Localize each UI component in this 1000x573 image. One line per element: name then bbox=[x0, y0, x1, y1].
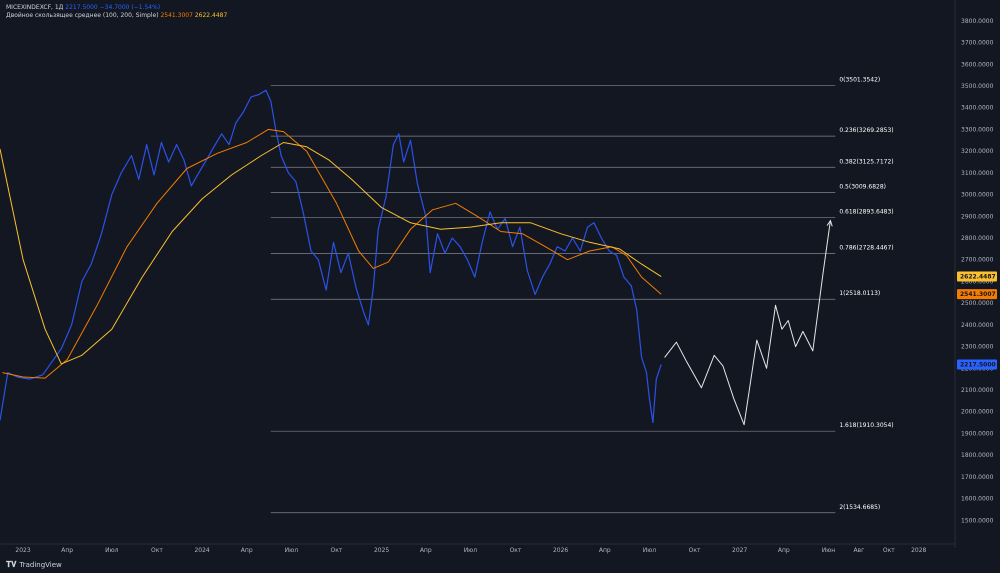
y-tick-label: 2900.0000 bbox=[961, 213, 994, 220]
tradingview-logo-icon: 𝐓𝐕 bbox=[6, 560, 17, 569]
legend-row-symbol: MICEXINDEXCF, 1Д 2217.5000 −34.7000 (−1.… bbox=[6, 4, 227, 12]
y-tick-label: 2500.0000 bbox=[961, 300, 994, 307]
y-tick-label: 3500.0000 bbox=[961, 83, 994, 90]
legend-symbol[interactable]: MICEXINDEXCF, 1Д bbox=[6, 4, 63, 11]
y-tick-label: 2300.0000 bbox=[961, 344, 994, 351]
fib-level-label: 0(3501.3542) bbox=[839, 77, 880, 84]
x-tick-label: Окт bbox=[151, 547, 163, 554]
fib-level-label: 0.786(2728.4467) bbox=[839, 245, 893, 252]
x-tick-label: Окт bbox=[689, 547, 701, 554]
y-tick-label: 2100.0000 bbox=[961, 387, 994, 394]
x-tick-label: 2024 bbox=[194, 547, 209, 554]
y-tick-label: 1700.0000 bbox=[961, 474, 994, 481]
fib-level-label: 0.618(2893.6483) bbox=[839, 209, 893, 216]
x-tick-label: Июл bbox=[285, 547, 299, 554]
y-tick-label: 2700.0000 bbox=[961, 257, 994, 264]
fib-level-label: 0.236(3269.2853) bbox=[839, 127, 893, 134]
price-tag-label: 2217.5000 bbox=[960, 361, 996, 368]
x-tick-label: Июл bbox=[464, 547, 478, 554]
legend-row-indicator: Двойное скользящее среднее (100, 200, Si… bbox=[6, 12, 227, 20]
y-tick-label: 3000.0000 bbox=[961, 192, 994, 199]
fib-level-label: 0.382(3125.7172) bbox=[839, 158, 893, 165]
legend-close: 2217.5000 bbox=[65, 4, 98, 11]
y-tick-label: 3400.0000 bbox=[961, 105, 994, 112]
y-tick-label: 3200.0000 bbox=[961, 148, 994, 155]
projection-path-line bbox=[664, 220, 831, 426]
y-tick-label: 1800.0000 bbox=[961, 452, 994, 459]
chart-legend: MICEXINDEXCF, 1Д 2217.5000 −34.7000 (−1.… bbox=[6, 4, 227, 20]
legend-change: −34.7000 (−1.54%) bbox=[99, 4, 161, 11]
x-tick-label: Окт bbox=[331, 547, 343, 554]
x-tick-label: 2027 bbox=[732, 547, 747, 554]
x-tick-label: Апр bbox=[599, 547, 611, 554]
legend-indicator-name[interactable]: Двойное скользящее среднее (100, 200, Si… bbox=[6, 12, 159, 19]
chart-root: 1500.0000 1600.0000 1700.0000 1800.0000 1900… bbox=[0, 0, 1000, 573]
x-tick-label: Апр bbox=[241, 547, 253, 554]
x-tick-label: Окт bbox=[883, 547, 895, 554]
y-tick-label: 1600.0000 bbox=[961, 496, 994, 503]
x-tick-label: Июл bbox=[105, 547, 119, 554]
legend-ma-slow-value: 2622.4487 bbox=[194, 12, 228, 19]
y-tick-label: 1900.0000 bbox=[961, 430, 994, 437]
x-tick-label: Апр bbox=[420, 547, 432, 554]
y-tick-label: 2800.0000 bbox=[961, 235, 994, 242]
fib-level-label: 1.618(1910.3054) bbox=[839, 422, 893, 429]
price-tag-label: 2541.3007 bbox=[960, 291, 996, 298]
x-tick-label: Апр bbox=[61, 547, 73, 554]
x-tick-label: Июл bbox=[643, 547, 657, 554]
x-tick-label: Апр bbox=[778, 547, 790, 554]
x-tick-label: 2025 bbox=[374, 547, 389, 554]
y-tick-label: 3700.0000 bbox=[961, 40, 994, 47]
y-tick-label: 3300.0000 bbox=[961, 126, 994, 133]
fib-level-label: 0.5(3009.6828) bbox=[839, 183, 886, 190]
price-chart[interactable]: 1500.0000 1600.0000 1700.0000 1800.0000 1900… bbox=[0, 0, 1000, 573]
price-tag-label: 2622.4487 bbox=[960, 274, 996, 281]
brand-name: TradingView bbox=[19, 561, 62, 569]
x-tick-label: Авг bbox=[853, 547, 864, 554]
y-tick-label: 1500.0000 bbox=[961, 517, 994, 524]
y-tick-label: 3800.0000 bbox=[961, 18, 994, 25]
x-tick-label: 2028 bbox=[911, 547, 926, 554]
legend-ma-fast-value: 2541.3007 bbox=[160, 12, 193, 19]
fib-level-label: 1(2518.0113) bbox=[839, 290, 880, 297]
y-tick-label: 3600.0000 bbox=[961, 61, 994, 68]
x-tick-label: Июн bbox=[822, 547, 836, 554]
x-tick-label: 2026 bbox=[553, 547, 568, 554]
fib-level-label: 2(1534.6685) bbox=[839, 504, 880, 511]
tradingview-brand[interactable]: 𝐓𝐕 TradingView bbox=[6, 560, 62, 570]
y-tick-label: 3100.0000 bbox=[961, 170, 994, 177]
y-tick-label: 2400.0000 bbox=[961, 322, 994, 329]
x-tick-label: Окт bbox=[510, 547, 522, 554]
y-tick-label: 2000.0000 bbox=[961, 409, 994, 416]
x-tick-label: 2023 bbox=[15, 547, 30, 554]
